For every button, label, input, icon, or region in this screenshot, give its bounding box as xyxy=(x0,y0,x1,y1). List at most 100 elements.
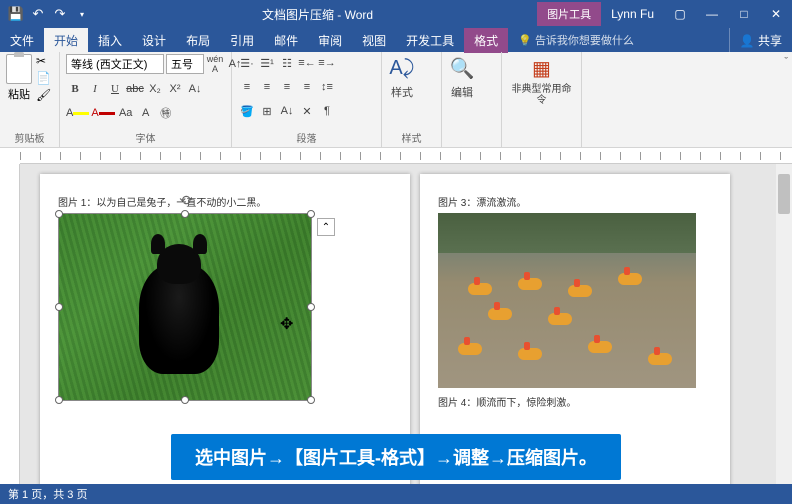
align-center-button[interactable]: ≡ xyxy=(258,78,276,96)
horizontal-ruler[interactable] xyxy=(20,148,792,164)
decrease-indent-button[interactable]: ≡← xyxy=(298,54,316,72)
page-indicator[interactable]: 第 1 页，共 3 页 xyxy=(8,486,87,502)
resize-handle-n[interactable] xyxy=(181,210,189,218)
group-styles: A⤸ 样式 样式 xyxy=(382,52,442,147)
resize-handle-nw[interactable] xyxy=(55,210,63,218)
title-bar: 💾 ↶ ↷ ▾ 文档图片压缩 - Word 图片工具 Lynn Fu ▢ — □… xyxy=(0,0,792,28)
caption-3[interactable]: 图片 3：漂流激流。 xyxy=(438,194,712,209)
addins-icon: ▦ xyxy=(528,54,556,82)
tab-insert[interactable]: 插入 xyxy=(88,28,132,53)
resize-handle-ne[interactable] xyxy=(307,210,315,218)
caption-4[interactable]: 图片 4：顺流而下，惊险刺激。 xyxy=(438,394,712,409)
image-rafting[interactable] xyxy=(438,213,696,388)
rotate-handle-icon[interactable]: ⟲ xyxy=(179,192,191,209)
tab-design[interactable]: 设计 xyxy=(132,28,176,53)
group-label-editing xyxy=(448,132,495,145)
status-bar: 第 1 页，共 3 页 xyxy=(0,484,792,504)
show-marks-button[interactable]: ¶ xyxy=(318,102,336,120)
strikethrough-button[interactable]: abc xyxy=(126,80,144,98)
cut-icon[interactable]: ✂ xyxy=(36,54,51,68)
redo-icon[interactable]: ↷ xyxy=(52,6,68,22)
tab-format[interactable]: 格式 xyxy=(464,28,508,53)
tab-references[interactable]: 引用 xyxy=(220,28,264,53)
group-label-styles: 样式 xyxy=(388,128,435,145)
bullets-button[interactable]: ☰· xyxy=(238,54,256,72)
contextual-tab-label: 图片工具 xyxy=(537,2,601,26)
caption-1[interactable]: 图片 1：以为自己是兔子，一直不动的小二黑。 xyxy=(58,194,392,209)
undo-icon[interactable]: ↶ xyxy=(30,6,46,22)
layout-options-icon[interactable]: ⌃ xyxy=(317,218,335,236)
resize-handle-sw[interactable] xyxy=(55,396,63,404)
wen-button[interactable]: wénA xyxy=(206,55,224,73)
user-name[interactable]: Lynn Fu xyxy=(601,7,664,21)
instruction-banner: 选中图片→【图片工具-格式】→调整→压缩图片。 xyxy=(171,434,621,480)
format-painter-icon[interactable]: 🖌 xyxy=(36,88,51,102)
asian-layout-button[interactable]: ✕ xyxy=(298,102,316,120)
align-right-button[interactable]: ≡ xyxy=(278,78,296,96)
collapse-ribbon-icon[interactable]: ˇ xyxy=(784,56,788,68)
resize-handle-e[interactable] xyxy=(307,303,315,311)
justify-button[interactable]: ≡ xyxy=(298,78,316,96)
font-size-combo[interactable] xyxy=(166,54,204,74)
change-case-button[interactable]: Aa xyxy=(117,104,135,122)
numbering-button[interactable]: ☰¹ xyxy=(258,54,276,72)
highlight-button[interactable]: A xyxy=(66,104,89,122)
resize-handle-se[interactable] xyxy=(307,396,315,404)
maximize-icon[interactable]: □ xyxy=(728,0,760,28)
ribbon-options-icon[interactable]: ▢ xyxy=(664,0,696,28)
enclose-chars-button[interactable]: ㊕ xyxy=(157,104,175,122)
shading-button[interactable]: 🪣 xyxy=(238,102,256,120)
selected-image[interactable]: ⟲ ⌃ xyxy=(58,213,312,401)
sort-button[interactable]: A↓ xyxy=(278,102,296,120)
tab-layout[interactable]: 布局 xyxy=(176,28,220,53)
line-spacing-button[interactable]: ↕≡ xyxy=(318,78,336,96)
editing-button[interactable]: 🔍 编辑 xyxy=(448,54,476,100)
vertical-scrollbar[interactable] xyxy=(776,164,792,484)
share-button[interactable]: 👤 共享 xyxy=(729,28,792,53)
addins-button[interactable]: ▦ 非典型常用命令 xyxy=(508,54,575,106)
tab-home[interactable]: 开始 xyxy=(44,28,88,53)
ribbon: 粘贴 ✂ 📄 🖌 剪贴板 wénA A↑ B I U abc X₂ xyxy=(0,52,792,148)
borders-button[interactable]: ⊞ xyxy=(258,102,276,120)
group-label-paragraph: 段落 xyxy=(238,128,375,145)
decrease-font-icon[interactable]: A↓ xyxy=(186,80,204,98)
minimize-icon[interactable]: — xyxy=(696,0,728,28)
paste-button[interactable]: 粘贴 xyxy=(6,54,32,102)
group-addins: ▦ 非典型常用命令 xyxy=(502,52,582,147)
document-title: 文档图片压缩 - Word xyxy=(98,6,537,23)
multilevel-button[interactable]: ☷ xyxy=(278,54,296,72)
font-color-button[interactable]: A xyxy=(91,104,114,122)
superscript-button[interactable]: X² xyxy=(166,80,184,98)
increase-indent-button[interactable]: ≡→ xyxy=(318,54,336,72)
tab-review[interactable]: 审阅 xyxy=(308,28,352,53)
tab-mailings[interactable]: 邮件 xyxy=(264,28,308,53)
save-icon[interactable]: 💾 xyxy=(8,6,24,22)
find-icon: 🔍 xyxy=(448,54,476,82)
tell-me-search[interactable]: 💡 告诉我你想要做什么 xyxy=(508,32,729,48)
ribbon-tabs: 文件 开始 插入 设计 布局 引用 邮件 审阅 视图 开发工具 格式 💡 告诉我… xyxy=(0,28,792,52)
tab-developer[interactable]: 开发工具 xyxy=(396,28,464,53)
close-icon[interactable]: ✕ xyxy=(760,0,792,28)
styles-button[interactable]: A⤸ 样式 xyxy=(388,54,416,100)
paste-icon xyxy=(6,54,32,84)
subscript-button[interactable]: X₂ xyxy=(146,80,164,98)
resize-handle-s[interactable] xyxy=(181,396,189,404)
italic-button[interactable]: I xyxy=(86,80,104,98)
styles-icon: A⤸ xyxy=(388,54,416,82)
font-name-combo[interactable] xyxy=(66,54,164,74)
quick-access-toolbar: 💾 ↶ ↷ ▾ xyxy=(0,6,98,22)
tab-file[interactable]: 文件 xyxy=(0,28,44,53)
bold-button[interactable]: B xyxy=(66,80,84,98)
char-shading-button[interactable]: A xyxy=(137,104,155,122)
resize-handle-w[interactable] xyxy=(55,303,63,311)
group-font: wénA A↑ B I U abc X₂ X² A↓ A A Aa A ㊕ 字体 xyxy=(60,52,232,147)
tab-view[interactable]: 视图 xyxy=(352,28,396,53)
group-label-font: 字体 xyxy=(66,128,225,145)
vertical-ruler[interactable] xyxy=(0,164,20,484)
qat-dropdown-icon[interactable]: ▾ xyxy=(74,6,90,22)
underline-button[interactable]: U xyxy=(106,80,124,98)
scrollbar-thumb[interactable] xyxy=(778,174,790,214)
copy-icon[interactable]: 📄 xyxy=(36,71,51,85)
group-clipboard: 粘贴 ✂ 📄 🖌 剪贴板 xyxy=(0,52,60,147)
align-left-button[interactable]: ≡ xyxy=(238,78,256,96)
